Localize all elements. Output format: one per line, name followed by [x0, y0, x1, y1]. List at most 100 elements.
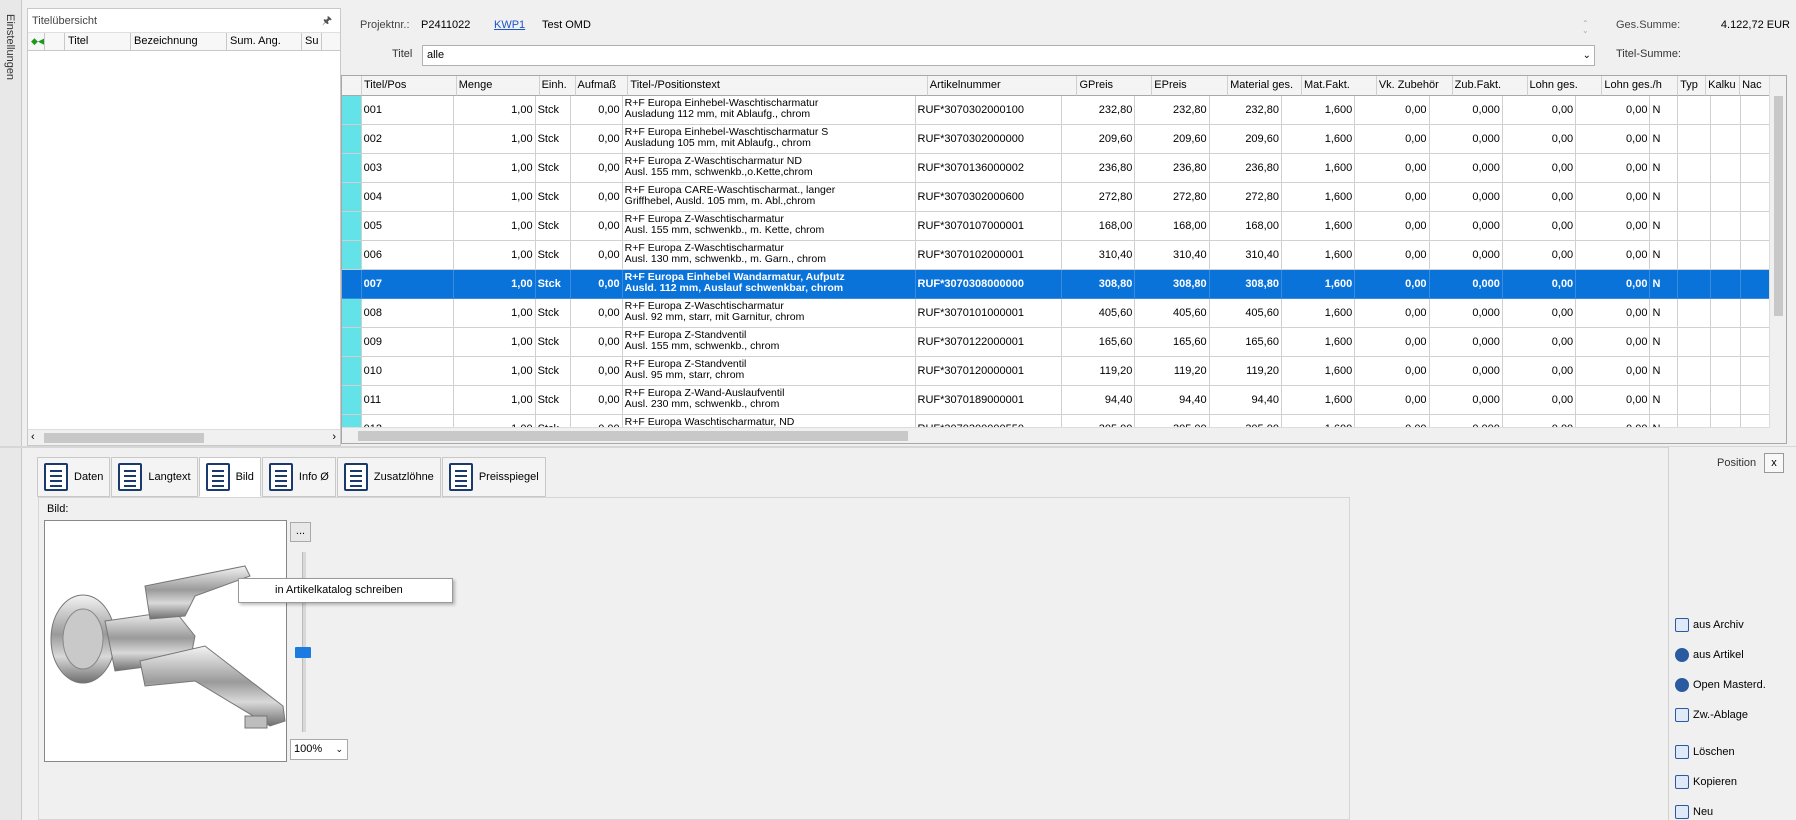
- cell-pos[interactable]: 001: [361, 96, 455, 125]
- cell-empty[interactable]: [1711, 386, 1741, 415]
- cell-empty[interactable]: [1711, 183, 1741, 212]
- context-menu-item-write-catalog[interactable]: in Artikelkatalog schreiben: [275, 584, 403, 596]
- action-3[interactable]: Zw.-Ablage: [1675, 708, 1748, 722]
- row-marker[interactable]: [342, 96, 362, 125]
- cell-zf[interactable]: 0,000: [1429, 183, 1503, 212]
- close-button[interactable]: x: [1764, 453, 1784, 473]
- cell-empty[interactable]: [1740, 183, 1770, 212]
- grid-col-header[interactable]: Nac: [1740, 76, 1771, 96]
- cell-empty[interactable]: [1677, 241, 1712, 270]
- tab-3[interactable]: Info Ø: [261, 457, 336, 497]
- cell-aufmass[interactable]: 0,00: [570, 183, 623, 212]
- cell-einh[interactable]: Stck: [535, 357, 571, 386]
- cell-mf[interactable]: 1,600: [1281, 125, 1356, 154]
- action-5[interactable]: Kopieren: [1675, 775, 1737, 789]
- cell-art[interactable]: RUF*3070308000000: [915, 270, 1063, 299]
- cell-mat[interactable]: 94,40: [1209, 386, 1282, 415]
- cell-typ[interactable]: N: [1650, 154, 1678, 183]
- cell-einh[interactable]: Stck: [535, 125, 571, 154]
- cell-aufmass[interactable]: 0,00: [570, 154, 623, 183]
- cell-vkz[interactable]: 0,00: [1355, 270, 1430, 299]
- action-1[interactable]: aus Artikel: [1675, 648, 1744, 662]
- cell-art[interactable]: RUF*3070136000002: [915, 154, 1063, 183]
- cell-empty[interactable]: [1677, 125, 1712, 154]
- cell-gp[interactable]: 236,80: [1062, 154, 1136, 183]
- tab-1[interactable]: Langtext: [111, 457, 198, 497]
- row-marker[interactable]: [342, 183, 362, 212]
- position-text-cell[interactable]: R+F Europa Einhebel Wandarmatur, Aufputz…: [622, 270, 916, 299]
- cell-mat[interactable]: 308,80: [1209, 270, 1282, 299]
- cell-typ[interactable]: N: [1650, 241, 1678, 270]
- table-row[interactable]: 007 1,00 Stck 0,00 R+F Europa Einhebel Wanda…: [342, 270, 1770, 299]
- cell-empty[interactable]: [1740, 357, 1770, 386]
- grid-col-header[interactable]: Einh.: [539, 76, 576, 96]
- cell-aufmass[interactable]: 0,00: [570, 270, 623, 299]
- cell-art[interactable]: RUF*3070189000001: [915, 386, 1063, 415]
- titles-col-titel[interactable]: Titel: [65, 33, 131, 50]
- row-marker[interactable]: [342, 154, 362, 183]
- cell-empty[interactable]: [1711, 299, 1741, 328]
- position-text-cell[interactable]: R+F Europa Einhebel-Waschtischarmatur Aus…: [622, 96, 916, 125]
- cell-gp[interactable]: 209,60: [1062, 125, 1136, 154]
- position-text-cell[interactable]: R+F Europa Z-Waschtischarmatur Ausl. 155 …: [622, 212, 916, 241]
- cell-mf[interactable]: 1,600: [1281, 270, 1356, 299]
- cell-ep[interactable]: 168,00: [1135, 212, 1210, 241]
- cell-lohn[interactable]: 0,00: [1502, 96, 1577, 125]
- cell-zf[interactable]: 0,000: [1429, 96, 1503, 125]
- cell-lohn[interactable]: 0,00: [1502, 154, 1577, 183]
- tab-4[interactable]: Zusatzlöhne: [336, 457, 441, 497]
- cell-lohn[interactable]: 0,00: [1502, 328, 1577, 357]
- position-text-cell[interactable]: R+F Europa Z-Waschtischarmatur Ausl. 92 m…: [622, 299, 916, 328]
- cell-ep[interactable]: 308,80: [1135, 270, 1210, 299]
- grid-col-header[interactable]: Mat.Fakt.: [1301, 76, 1377, 96]
- cell-pos[interactable]: 008: [361, 299, 455, 328]
- cell-empty[interactable]: [1677, 270, 1712, 299]
- scroll-right-icon[interactable]: ›: [332, 431, 336, 443]
- cell-pos[interactable]: 003: [361, 154, 455, 183]
- table-row[interactable]: 006 1,00 Stck 0,00 R+F Europa Z-Waschtischar…: [342, 241, 1770, 270]
- cell-art[interactable]: RUF*3070302000100: [915, 96, 1063, 125]
- cell-ep[interactable]: 232,80: [1135, 96, 1210, 125]
- cell-mat[interactable]: 405,60: [1209, 299, 1282, 328]
- cell-mat[interactable]: 236,80: [1209, 154, 1282, 183]
- table-row[interactable]: 005 1,00 Stck 0,00 R+F Europa Z-Waschtischar…: [342, 212, 1770, 241]
- cell-empty[interactable]: [1711, 357, 1741, 386]
- cell-einh[interactable]: Stck: [535, 299, 571, 328]
- cell-typ[interactable]: N: [1650, 183, 1678, 212]
- pin-icon[interactable]: 🖈: [322, 9, 332, 33]
- cell-einh[interactable]: Stck: [535, 96, 571, 125]
- cell-gp[interactable]: 94,40: [1062, 386, 1136, 415]
- cell-empty[interactable]: [1677, 299, 1712, 328]
- cell-typ[interactable]: N: [1650, 270, 1678, 299]
- cell-typ[interactable]: N: [1650, 357, 1678, 386]
- action-2[interactable]: Open Masterd.: [1675, 678, 1766, 692]
- cell-lohn[interactable]: 0,00: [1502, 386, 1577, 415]
- cell-vkz[interactable]: 0,00: [1355, 241, 1430, 270]
- cell-mat[interactable]: 232,80: [1209, 96, 1282, 125]
- cell-lohnh[interactable]: 0,00: [1576, 183, 1651, 212]
- cell-lohnh[interactable]: 0,00: [1576, 270, 1651, 299]
- cell-gp[interactable]: 165,60: [1062, 328, 1136, 357]
- table-row[interactable]: 008 1,00 Stck 0,00 R+F Europa Z-Waschtischar…: [342, 299, 1770, 328]
- cell-vkz[interactable]: 0,00: [1355, 357, 1430, 386]
- grid-col-header[interactable]: Menge: [456, 76, 540, 96]
- cell-lohn[interactable]: 0,00: [1502, 241, 1577, 270]
- cell-ep[interactable]: 272,80: [1135, 183, 1210, 212]
- row-marker[interactable]: [342, 241, 362, 270]
- action-6[interactable]: Neu: [1675, 805, 1713, 819]
- cell-aufmass[interactable]: 0,00: [570, 212, 623, 241]
- cell-menge[interactable]: 1,00: [454, 299, 536, 328]
- cell-pos[interactable]: 007: [361, 270, 455, 299]
- cell-lohn[interactable]: 0,00: [1502, 357, 1577, 386]
- grid-col-header[interactable]: Titel/Pos: [361, 76, 457, 96]
- cell-empty[interactable]: [1740, 241, 1770, 270]
- table-row[interactable]: 004 1,00 Stck 0,00 R+F Europa CARE-Waschtisc…: [342, 183, 1770, 212]
- tab-0[interactable]: Daten: [37, 457, 111, 497]
- cell-art[interactable]: RUF*3070107000001: [915, 212, 1063, 241]
- cell-menge[interactable]: 1,00: [454, 96, 536, 125]
- spin-arrows-icon[interactable]: ⌃ ⌄: [1582, 20, 1589, 35]
- cell-aufmass[interactable]: 0,00: [570, 96, 623, 125]
- cell-empty[interactable]: [1677, 183, 1712, 212]
- grid-col-header[interactable]: Aufmaß: [575, 76, 629, 96]
- cell-ep[interactable]: 405,60: [1135, 299, 1210, 328]
